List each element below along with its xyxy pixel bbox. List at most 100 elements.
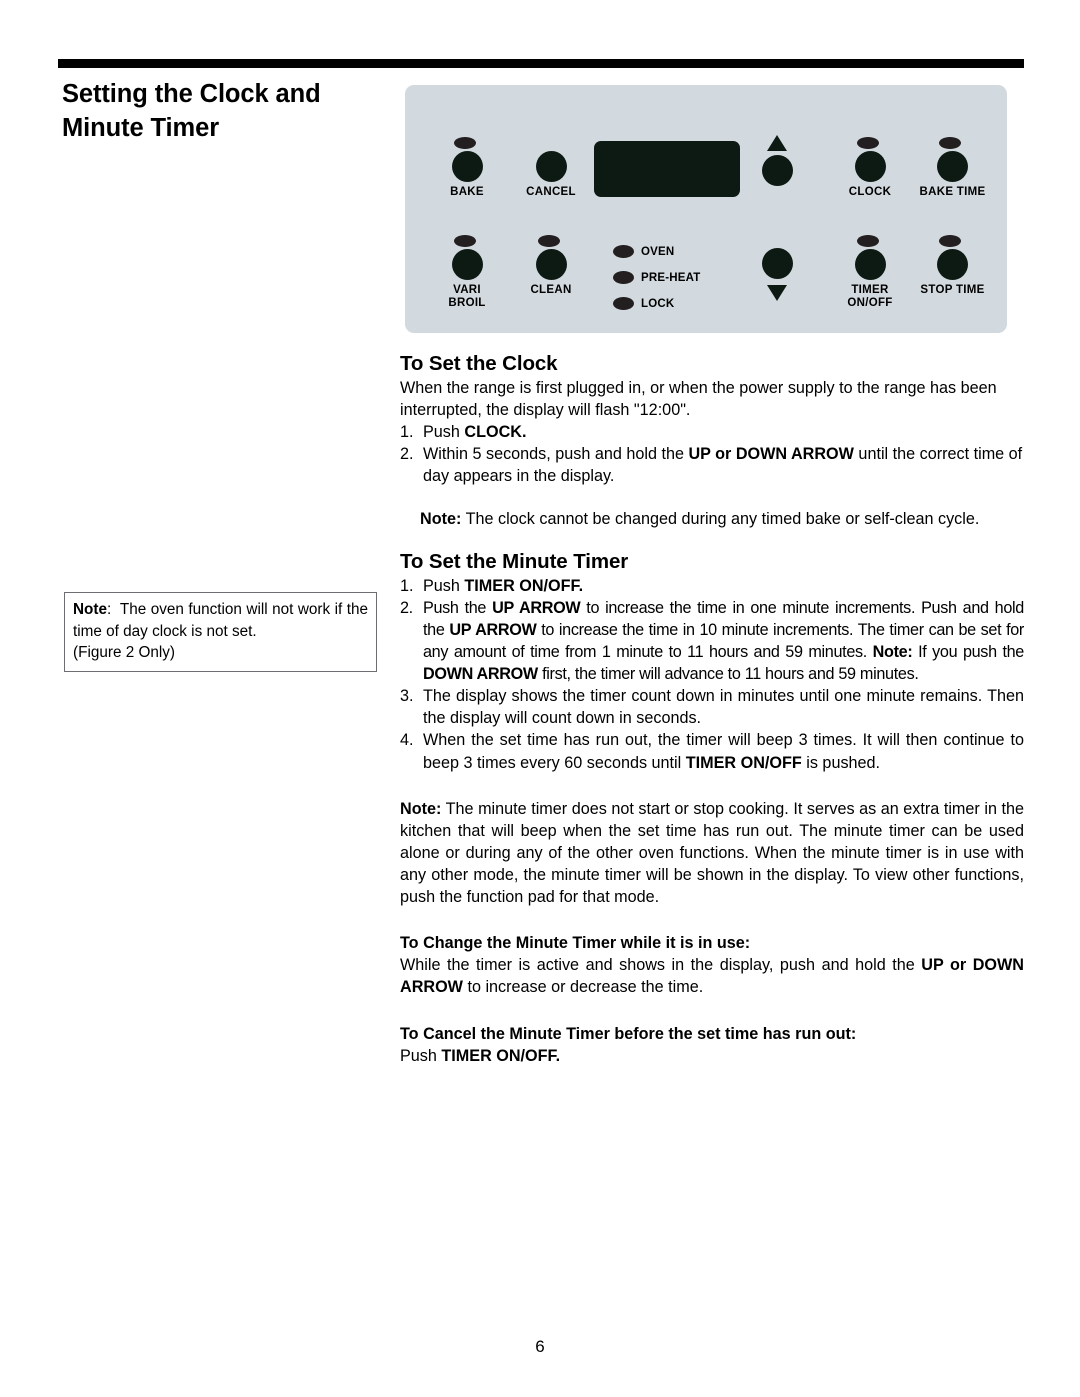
- lock-indicator-dot-icon: [613, 297, 634, 310]
- vari-broil-label-line2: BROIL: [448, 297, 486, 310]
- cancel-label: CANCEL: [526, 186, 576, 198]
- clean-button[interactable]: [536, 249, 567, 280]
- bake-led-icon: [454, 137, 476, 149]
- minute-timer-step-4: 4. When the set time has run out, the tim…: [400, 729, 1024, 773]
- preheat-indicator-label: PRE-HEAT: [641, 271, 701, 284]
- bake-time-label: BAKE TIME: [919, 186, 986, 198]
- change-minute-timer-body-a: While the timer is active and shows in t…: [400, 956, 922, 975]
- bake-button[interactable]: [452, 151, 483, 182]
- section-heading-change-minute-timer: To Change the Minute Timer while it is i…: [400, 932, 1024, 954]
- set-clock-intro: When the range is first plugged in, or w…: [400, 379, 997, 420]
- oven-control-panel-figure: BAKE CANCEL VARI BROIL CLEAN OVEN PRE-HE…: [405, 85, 1007, 333]
- lock-indicator-label: LOCK: [641, 297, 675, 310]
- bake-time-button[interactable]: [937, 151, 968, 182]
- section-heading-set-minute-timer: To Set the Minute Timer: [400, 549, 629, 573]
- lock-indicator: LOCK: [613, 297, 674, 310]
- clock-label: CLOCK: [848, 186, 892, 198]
- note-box-colon: :: [107, 601, 112, 618]
- triangle-down-icon: [767, 285, 787, 301]
- page-title-line2: Minute Timer: [62, 113, 220, 142]
- preheat-indicator-dot-icon: [613, 271, 634, 284]
- triangle-up-icon: [767, 135, 787, 151]
- oven-indicator-label: OVEN: [641, 245, 675, 258]
- minute-timer-steps: 1. Push TIMER ON/OFF. 2. Push the UP ARROW…: [400, 575, 1024, 774]
- minute-timer-step-1-pre: Push: [423, 576, 465, 595]
- cancel-minute-timer-body-a: Push: [400, 1046, 442, 1065]
- main-content-column: To Set the Clock When the range is first…: [400, 352, 1024, 1067]
- clean-led-icon: [538, 235, 560, 247]
- timer-on-off-led-icon: [857, 235, 879, 247]
- timer-on-off-label-line1: TIMER: [851, 284, 889, 296]
- timer-on-off-label: TIMER ON/OFF: [830, 284, 910, 310]
- note-box-oven-function: Note: The oven function will not work if…: [64, 592, 377, 673]
- set-clock-step-2-bold: UP or DOWN ARROW: [688, 445, 854, 464]
- minute-timer-step-2-bold-1: UP ARROW: [492, 598, 581, 617]
- section-heading-set-clock: To Set the Clock: [400, 352, 558, 375]
- set-clock-step-1: 1. Push CLOCK.: [400, 421, 1024, 443]
- bake-time-led-icon: [939, 137, 961, 149]
- set-clock-step-1-bold: CLOCK.: [464, 423, 527, 442]
- page-number: 6: [535, 1337, 545, 1356]
- minute-timer-step-2-note-label: Note:: [872, 642, 913, 661]
- up-arrow-button[interactable]: [762, 155, 793, 186]
- oven-indicator: OVEN: [613, 245, 674, 258]
- minute-timer-step-2-bold-2: UP ARROW: [449, 620, 537, 639]
- set-clock-step-1-pre: Push: [423, 423, 465, 442]
- down-arrow-button[interactable]: [762, 248, 793, 279]
- set-clock-note-label: Note:: [420, 509, 462, 528]
- vari-broil-button[interactable]: [452, 249, 483, 280]
- change-minute-timer-heading: To Change the Minute Timer while it is i…: [400, 934, 751, 953]
- cancel-minute-timer-body-bold: TIMER ON/OFF.: [441, 1046, 561, 1065]
- set-clock-step-2-number: 2.: [400, 445, 414, 464]
- minute-timer-step-2-f: first, the timer will advance to 11 hour…: [537, 665, 919, 684]
- minute-timer-step-1-bold: TIMER ON/OFF.: [464, 576, 584, 595]
- set-clock-step-2-pre: Within 5 seconds, push and hold the: [423, 445, 689, 464]
- bake-label: BAKE: [450, 186, 484, 198]
- minute-timer-step-4-number: 4.: [400, 731, 414, 750]
- minute-timer-step-2-e: If you push the: [912, 642, 1024, 661]
- stop-time-led-icon: [939, 235, 961, 247]
- minute-timer-note: Note: The minute timer does not start or…: [400, 798, 1024, 909]
- set-clock-note: Note: The clock cannot be changed during…: [400, 508, 1024, 530]
- minute-timer-step-4-c: is pushed.: [801, 753, 881, 772]
- page-title: Setting the Clock and Minute Timer: [62, 78, 392, 145]
- change-minute-timer-body: While the timer is active and shows in t…: [400, 954, 1024, 998]
- header-rule: [58, 59, 1024, 68]
- minute-timer-step-2-bold-3: DOWN ARROW: [423, 665, 538, 684]
- minute-timer-note-text: The minute timer does not start or stop …: [400, 799, 1024, 907]
- page-title-line1: Setting the Clock and: [62, 80, 321, 108]
- oven-indicator-dot-icon: [613, 245, 634, 258]
- note-box-label: Note: [73, 601, 107, 618]
- set-clock-step-2: 2. Within 5 seconds, push and hold the UP…: [400, 443, 1024, 487]
- stop-time-label: STOP TIME: [920, 284, 985, 296]
- clean-label: CLEAN: [530, 284, 572, 296]
- vari-broil-label-line1: VARI: [453, 284, 481, 296]
- cancel-minute-timer-heading: To Cancel the Minute Timer before the se…: [400, 1024, 857, 1043]
- vari-broil-led-icon: [454, 235, 476, 247]
- minute-timer-step-2: 2. Push the UP ARROW to increase the time…: [400, 597, 1024, 685]
- cancel-minute-timer-body: Push TIMER ON/OFF.: [400, 1045, 1024, 1067]
- timer-on-off-label-line2: ON/OFF: [847, 297, 893, 310]
- minute-timer-step-1: 1. Push TIMER ON/OFF.: [400, 575, 1024, 597]
- minute-timer-step-2-number: 2.: [400, 598, 413, 617]
- cancel-button[interactable]: [536, 151, 567, 182]
- stop-time-button[interactable]: [937, 249, 968, 280]
- preheat-indicator: PRE-HEAT: [613, 271, 701, 284]
- set-clock-step-1-number: 1.: [400, 423, 414, 442]
- minute-timer-step-2-a: Push the: [423, 598, 493, 617]
- change-minute-timer-body-c: to increase or decrease the time.: [462, 978, 704, 997]
- clock-led-icon: [857, 137, 879, 149]
- minute-timer-step-4-bold: TIMER ON/OFF: [685, 753, 802, 772]
- minute-timer-step-3-number: 3.: [400, 687, 414, 706]
- section-heading-cancel-minute-timer: To Cancel the Minute Timer before the se…: [400, 1023, 1024, 1045]
- set-clock-steps: 1. Push CLOCK. 2. Within 5 seconds, push a…: [400, 421, 1024, 487]
- minute-timer-step-1-number: 1.: [400, 576, 414, 595]
- vari-broil-label: VARI BROIL: [427, 284, 507, 310]
- display-window: [594, 141, 740, 197]
- note-box-text-line1: The oven function will not work: [119, 601, 331, 618]
- set-clock-note-text: The clock cannot be changed during any t…: [461, 509, 980, 528]
- minute-timer-step-3: 3. The display shows the timer count down…: [400, 685, 1024, 729]
- clock-button[interactable]: [855, 151, 886, 182]
- note-box-text-line3: (Figure 2 Only): [73, 644, 176, 662]
- timer-on-off-button[interactable]: [855, 249, 886, 280]
